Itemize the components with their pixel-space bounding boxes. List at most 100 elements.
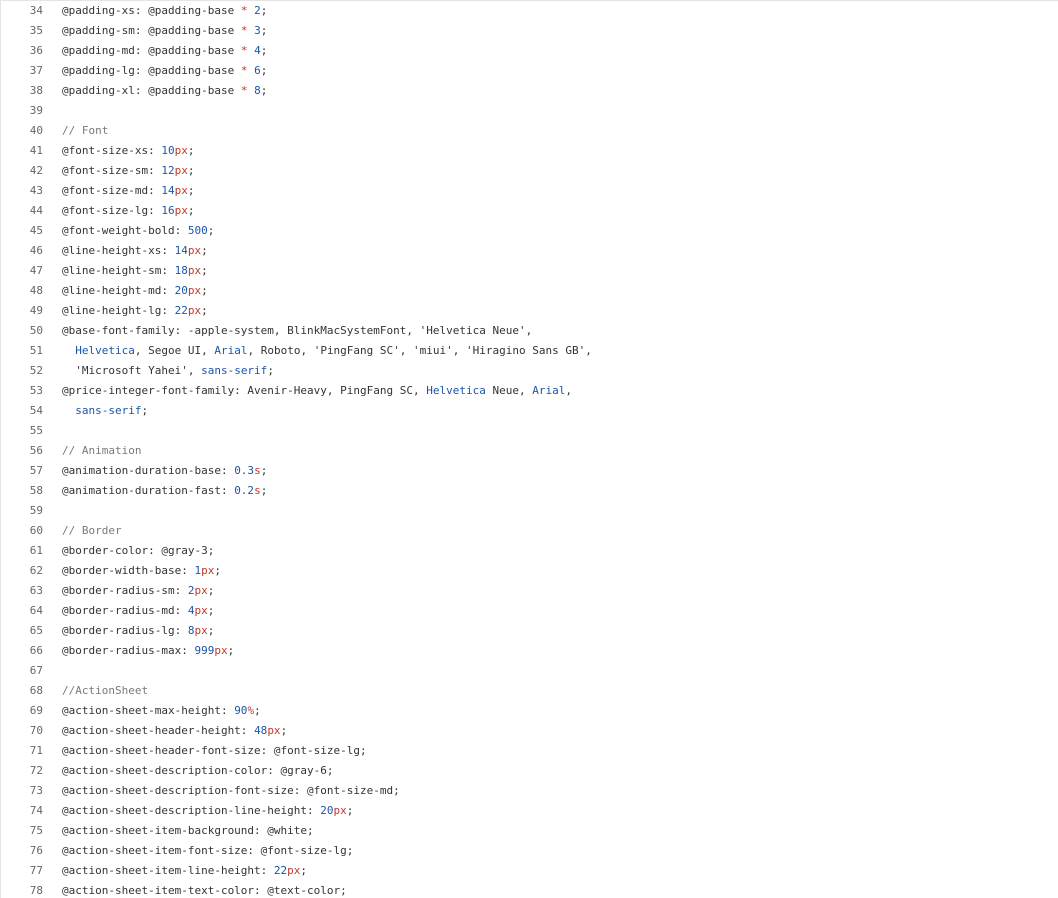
code-line-content: @font-size-xs: 10px; [43, 141, 1058, 161]
code-line: 61 @border-color: @gray-3; [1, 541, 1058, 561]
code-line: 47 @line-height-sm: 18px; [1, 261, 1058, 281]
line-number: 46 [29, 244, 43, 257]
code-token-number: 14 [161, 184, 175, 197]
code-token-text: @animation-duration-base: [62, 464, 235, 477]
code-token-text: @border-radius-sm: [62, 584, 188, 597]
line-number: 38 [29, 84, 43, 97]
code-line: 39 [1, 101, 1058, 121]
code-line: 40 // Font [1, 121, 1058, 141]
code-line: 54 sans-serif; [1, 401, 1058, 421]
line-number: 67 [29, 664, 43, 677]
code-token-unit: px [287, 864, 301, 877]
code-token-number: 18 [174, 264, 188, 277]
code-token-text: ; [201, 264, 208, 277]
code-line: 74 @action-sheet-description-line-height:… [1, 801, 1058, 821]
code-token-unit: px [174, 184, 188, 197]
code-line-content [43, 101, 1058, 121]
line-number: 41 [29, 144, 43, 157]
code-line-content [43, 501, 1058, 521]
code-token-text: , Segoe UI, [134, 344, 215, 357]
line-number: 52 [29, 364, 43, 377]
code-token-text: @action-sheet-max-height: [62, 704, 235, 717]
line-number: 54 [29, 404, 43, 417]
line-number: 63 [29, 584, 43, 597]
code-token-text: ; [201, 284, 208, 297]
line-number: 74 [29, 804, 43, 817]
line-number: 39 [29, 104, 43, 117]
code-line: 60 // Border [1, 521, 1058, 541]
code-token-unit: px [187, 304, 202, 317]
code-token-unit: px [267, 724, 281, 737]
code-token-unit: px [194, 584, 208, 597]
code-token-text: @action-sheet-header-height: [62, 724, 255, 737]
code-line-content: @line-height-xs: 14px; [43, 241, 1058, 261]
code-token-text: @line-height-md: [62, 284, 175, 297]
code-line-content: @padding-lg: @padding-base * 6; [43, 61, 1058, 81]
line-number: 55 [29, 424, 43, 437]
code-token-unit: px [194, 624, 208, 637]
code-line-content: @border-color: @gray-3; [43, 541, 1058, 561]
code-token-text: @line-height-xs: [62, 244, 175, 257]
code-token-text: ; [300, 864, 308, 877]
code-line-content: // Font [43, 121, 1058, 141]
code-token-unit: px [333, 804, 347, 817]
code-token-text: @action-sheet-description-line-height: [62, 804, 321, 817]
code-token-keyword: sans-serif [201, 364, 268, 377]
code-token-text: @padding-md: @padding-base [62, 44, 241, 57]
code-line-content: @line-height-lg: 22px; [43, 301, 1058, 321]
code-token-number: 10 [161, 144, 175, 157]
code-line: 49 @line-height-lg: 22px; [1, 301, 1058, 321]
code-token-number: 0.2 [234, 484, 255, 497]
code-line-content: @action-sheet-max-height: 90%; [43, 701, 1058, 721]
code-line: 73 @action-sheet-description-font-size: @… [1, 781, 1058, 801]
code-line-content [43, 661, 1058, 681]
code-line-content: //ActionSheet [43, 681, 1058, 701]
code-line-content: @padding-xs: @padding-base * 2; [43, 1, 1058, 21]
code-token-text: ; [260, 484, 268, 497]
code-line-content: @action-sheet-item-font-size: @font-size… [43, 841, 1058, 861]
code-token-number: 12 [161, 164, 175, 177]
code-token-text: @border-width-base: [62, 564, 195, 577]
line-number: 44 [29, 204, 43, 217]
code-token-text: ; [254, 704, 261, 717]
code-line: 65 @border-radius-lg: 8px; [1, 621, 1058, 641]
code-line: 78 @action-sheet-item-text-color: @text-c… [1, 881, 1058, 898]
code-token-text: @padding-lg: @padding-base [62, 64, 241, 77]
code-token-text: , Roboto, 'PingFang SC', 'miui', 'Hiragi… [247, 344, 592, 357]
code-token-number: 20 [320, 804, 334, 817]
code-line: 69 @action-sheet-max-height: 90%; [1, 701, 1058, 721]
code-token-text: @action-sheet-item-background: @white; [62, 824, 314, 837]
line-number: 66 [29, 644, 43, 657]
code-line-content: // Animation [43, 441, 1058, 461]
code-line: 41 @font-size-xs: 10px; [1, 141, 1058, 161]
code-token-text: @action-sheet-item-font-size: @font-size… [62, 844, 354, 857]
code-token-number: 4 [254, 44, 261, 57]
line-number: 50 [29, 324, 43, 337]
code-token-text: @font-size-md: [62, 184, 162, 197]
code-token-number: 0.3 [234, 464, 255, 477]
code-token-number: 999 [194, 644, 215, 657]
line-number: 75 [29, 824, 43, 837]
code-token-unit: px [174, 204, 188, 217]
code-token-unit: px [174, 164, 188, 177]
code-line: 70 @action-sheet-header-height: 48px; [1, 721, 1058, 741]
code-token-text: ; [260, 44, 268, 57]
code-token-number: 48 [254, 724, 268, 737]
line-number: 47 [29, 264, 43, 277]
code-line: 53 @price-integer-font-family: Avenir-Hea… [1, 381, 1058, 401]
code-line-content: @padding-md: @padding-base * 4; [43, 41, 1058, 61]
code-line-content: @base-font-family: -apple-system, BlinkM… [43, 321, 1058, 341]
code-token-text: @line-height-lg: [62, 304, 175, 317]
code-token-comment: // Animation [62, 444, 142, 457]
code-token-text: 'Microsoft Yahei', [62, 364, 202, 377]
code-block[interactable]: 34 @padding-xs: @padding-base * 2; 35 @padd… [1, 1, 1058, 898]
line-number: 35 [29, 24, 43, 37]
code-token-text: ; [260, 24, 268, 37]
code-line: 63 @border-radius-sm: 2px; [1, 581, 1058, 601]
code-line: 36 @padding-md: @padding-base * 4; [1, 41, 1058, 61]
code-token-keyword: Helvetica [75, 344, 135, 357]
code-token-text: @padding-xl: @padding-base [62, 84, 241, 97]
code-token-text: @price-integer-font-family: Avenir-Heavy… [62, 384, 427, 397]
line-number: 43 [29, 184, 43, 197]
code-token-unit: s [254, 484, 261, 497]
